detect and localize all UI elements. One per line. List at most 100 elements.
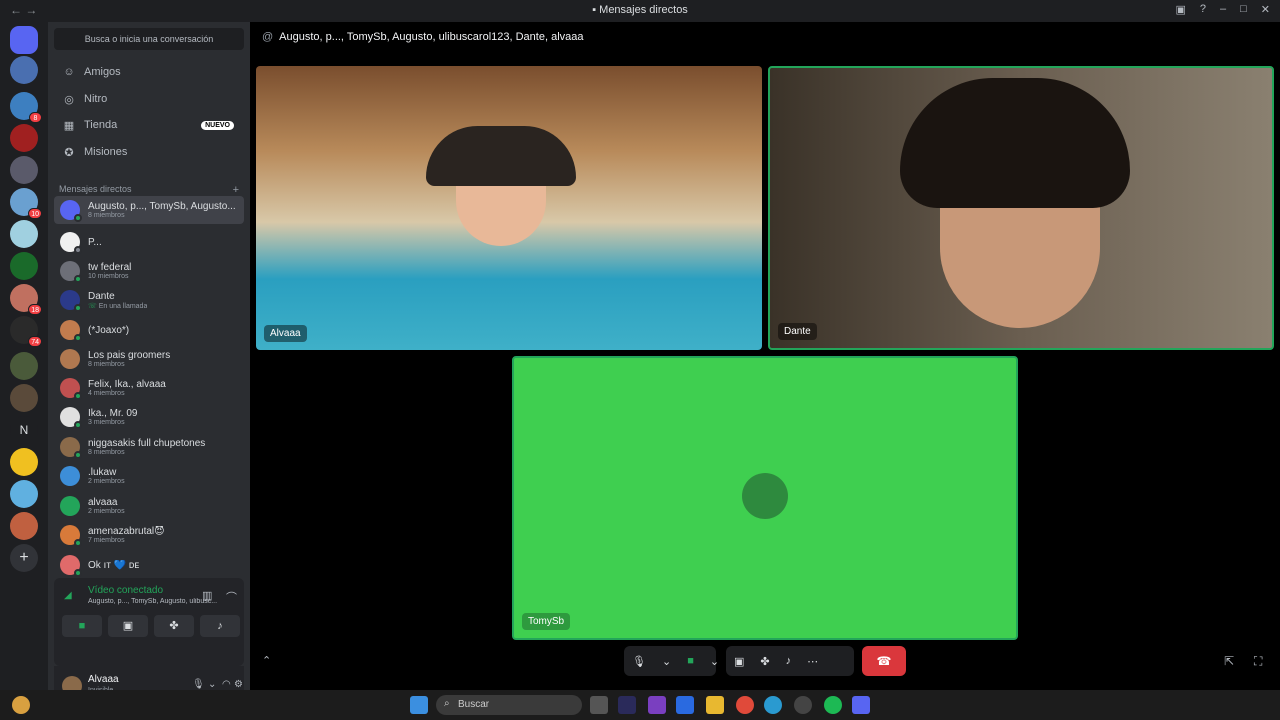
- server-icon[interactable]: [10, 252, 38, 280]
- app-icon[interactable]: [648, 696, 666, 714]
- popout-icon[interactable]: ⇱: [1224, 654, 1234, 668]
- chevron-down-icon[interactable]: ⌄: [654, 655, 679, 668]
- nav-friends[interactable]: ☺ Amigos: [54, 60, 244, 84]
- dm-item[interactable]: Ika., Mr. 09 3 miembros: [54, 403, 244, 431]
- server-icon[interactable]: 10: [10, 188, 42, 219]
- server-icon[interactable]: [10, 352, 38, 380]
- dm-item[interactable]: (*Joaxo*): [54, 316, 244, 344]
- dm-section-header: Mensajes directos +: [59, 184, 239, 196]
- start-button[interactable]: [410, 696, 428, 714]
- close-button[interactable]: ✕: [1261, 3, 1270, 16]
- dm-item[interactable]: niggasakis full chupetones 8 miembros: [54, 433, 244, 461]
- camera-button[interactable]: ■: [62, 615, 102, 637]
- minimize-button[interactable]: –: [1220, 3, 1226, 16]
- file-explorer-icon[interactable]: [706, 696, 724, 714]
- help-icon[interactable]: ?: [1200, 3, 1206, 16]
- screen-share-icon: ▣: [122, 620, 134, 632]
- dm-sidebar: Busca o inicia una conversación ☺ Amigos …: [48, 22, 250, 708]
- server-icon[interactable]: [10, 156, 38, 184]
- task-view-icon[interactable]: [590, 696, 608, 714]
- server-icon[interactable]: 18: [10, 284, 42, 315]
- video-tile-dante[interactable]: Dante: [768, 66, 1274, 350]
- chevron-down-icon[interactable]: ⌄: [702, 655, 727, 668]
- headphones-icon[interactable]: ◠: [222, 679, 231, 690]
- end-call-button[interactable]: ☎: [862, 646, 906, 676]
- server-icon[interactable]: [10, 480, 38, 508]
- soundboard-icon[interactable]: ♪: [778, 655, 800, 667]
- inbox-icon[interactable]: ▣: [1175, 3, 1185, 16]
- taskbar-search[interactable]: ⌕ Buscar: [436, 695, 582, 715]
- at-icon: @: [262, 31, 274, 43]
- mic-camera-controls: 🎙 ⌄ ■ ⌄: [624, 646, 719, 676]
- activities-button[interactable]: ✤: [154, 615, 194, 637]
- dm-item[interactable]: .lukaw 2 miembros: [54, 462, 244, 490]
- search-icon: ⌕: [444, 698, 450, 709]
- dm-item[interactable]: amenazabrutal😈 7 miembros: [54, 521, 244, 549]
- dm-item[interactable]: Dante ☏ En una llamada: [54, 286, 244, 314]
- server-icon[interactable]: [10, 384, 38, 412]
- dm-item[interactable]: Augusto, p..., TomySb, Augusto... 8 miemb…: [54, 196, 244, 224]
- avatar: [742, 473, 788, 519]
- avatar: [60, 232, 82, 254]
- server-icon[interactable]: 74: [10, 316, 42, 347]
- screen-share-button[interactable]: ▣: [108, 615, 148, 637]
- screen-share-icon[interactable]: ▣: [726, 655, 752, 668]
- microphone-icon[interactable]: 🎙: [624, 655, 654, 668]
- taskbar: ⌕ Buscar: [0, 690, 1280, 720]
- webcam-feed: [426, 126, 576, 186]
- nav-quests[interactable]: ✪ Misiones: [54, 140, 244, 164]
- chevron-up-icon[interactable]: ⌃: [262, 654, 271, 667]
- server-icon[interactable]: [10, 124, 38, 152]
- fullscreen-icon[interactable]: ⛶: [1254, 654, 1262, 669]
- avatar: [60, 200, 82, 222]
- discord-icon[interactable]: [852, 696, 870, 714]
- server-icon[interactable]: N: [10, 416, 38, 444]
- more-options-icon[interactable]: ⋯: [799, 655, 826, 668]
- dm-item[interactable]: Los pais groomers 8 miembros: [54, 345, 244, 373]
- window-controls: ▣ ? – □ ✕: [1175, 3, 1270, 16]
- server-icon[interactable]: [10, 448, 38, 476]
- hang-up-icon: ☎: [876, 654, 892, 668]
- server-icon[interactable]: [10, 220, 38, 248]
- dm-item[interactable]: Ok ıт 💙 ᴅᴇ: [54, 551, 244, 579]
- activities-icon[interactable]: ✤: [752, 655, 777, 668]
- maximize-button[interactable]: □: [1240, 3, 1247, 16]
- disconnect-icon[interactable]: ⌒: [226, 589, 237, 605]
- dm-item[interactable]: Felix, Ika., alvaaa 4 miembros: [54, 374, 244, 402]
- discord-home-icon[interactable]: [10, 26, 38, 54]
- nav-nitro[interactable]: ◎ Nitro: [54, 87, 244, 111]
- dm-item[interactable]: P...: [54, 228, 244, 256]
- server-icon[interactable]: [10, 512, 38, 540]
- avatar: [60, 555, 82, 577]
- activities-icon: ✤: [169, 620, 179, 632]
- call-area: @ Augusto, p..., TomySb, Augusto, ulibusc…: [250, 22, 1280, 690]
- store-icon[interactable]: [676, 696, 694, 714]
- chrome-icon[interactable]: [736, 696, 754, 714]
- add-server-icon[interactable]: +: [10, 544, 38, 572]
- dm-item[interactable]: alvaaa 2 miembros: [54, 492, 244, 520]
- app-icon[interactable]: [618, 696, 636, 714]
- weather-icon[interactable]: [12, 696, 30, 714]
- avatar: [60, 378, 82, 400]
- channel-header: @ Augusto, p..., TomySb, Augusto, ulibusc…: [262, 31, 584, 43]
- video-tile-tomysb[interactable]: TomySb: [512, 356, 1018, 640]
- chevron-down-icon[interactable]: ⌄: [208, 679, 216, 690]
- settings-gear-icon[interactable]: ⚙: [234, 679, 243, 690]
- search-input[interactable]: Busca o inicia una conversación: [54, 28, 244, 50]
- video-tile-alvaaa[interactable]: Alvaaa: [256, 66, 762, 350]
- add-dm-icon[interactable]: +: [233, 184, 239, 196]
- avatar: [60, 290, 82, 312]
- spotify-icon[interactable]: [824, 696, 842, 714]
- friends-icon: ☺: [63, 66, 75, 78]
- app-icon[interactable]: [794, 696, 812, 714]
- soundboard-button[interactable]: ♪: [200, 615, 240, 637]
- camera-icon: ■: [78, 620, 86, 632]
- microphone-icon[interactable]: 🎙: [192, 679, 205, 690]
- camera-icon[interactable]: ■: [679, 655, 702, 667]
- server-icon[interactable]: [10, 56, 38, 84]
- nav-shop[interactable]: ▦ Tienda NUEVO: [54, 113, 244, 137]
- edge-icon[interactable]: [764, 696, 782, 714]
- server-icon[interactable]: 8: [10, 92, 42, 123]
- dm-item[interactable]: tw federal 10 miembros: [54, 257, 244, 285]
- noise-suppression-icon[interactable]: ▥: [202, 589, 212, 602]
